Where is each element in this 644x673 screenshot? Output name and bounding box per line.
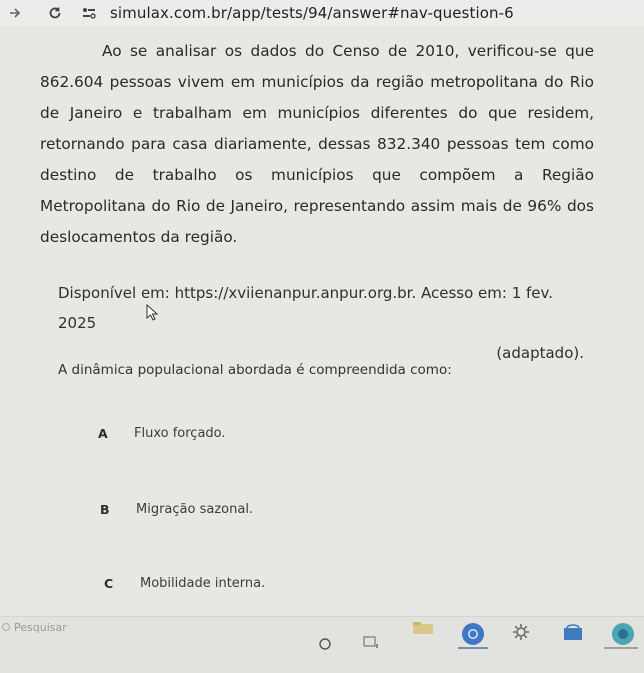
- task-view-icon[interactable]: [318, 637, 332, 651]
- taskbar-search[interactable]: Pesquisar: [0, 617, 67, 637]
- inactive-app-indicator: [604, 647, 638, 649]
- source-citation: Disponível em: https://xviienanpur.anpur…: [58, 278, 584, 368]
- question-text: Ao se analisar os dados do Censo de 2010…: [40, 42, 594, 246]
- option-letter: A: [98, 426, 108, 441]
- mouse-cursor-icon: [146, 303, 160, 326]
- option-text: Migração sazonal.: [136, 502, 254, 517]
- option-letter: C: [104, 576, 114, 591]
- settings-gear-icon[interactable]: [512, 623, 530, 641]
- option-letter: B: [100, 502, 110, 517]
- taskbar: Pesquisar: [0, 616, 644, 673]
- question-content: Ao se analisar os dados do Censo de 2010…: [0, 26, 644, 616]
- reload-icon[interactable]: [44, 2, 66, 24]
- option-text: Fluxo forçado.: [134, 426, 226, 441]
- source-line: Disponível em: https://xviienanpur.anpur…: [58, 284, 553, 332]
- option-a[interactable]: A Fluxo forçado.: [98, 426, 226, 441]
- store-icon[interactable]: [562, 623, 584, 641]
- chrome-icon[interactable]: [460, 621, 486, 647]
- site-info-icon[interactable]: [80, 4, 98, 22]
- question-prompt: A dinâmica populacional abordada é compr…: [58, 362, 452, 378]
- edge-icon[interactable]: [610, 621, 636, 647]
- browser-toolbar: simulax.com.br/app/tests/94/answer#nav-q…: [0, 0, 644, 26]
- address-bar[interactable]: simulax.com.br/app/tests/94/answer#nav-q…: [110, 4, 514, 22]
- option-b[interactable]: B Migração sazonal.: [100, 502, 253, 517]
- forward-icon[interactable]: [4, 2, 26, 24]
- source-adapted: (adaptado).: [496, 344, 584, 362]
- search-placeholder: Pesquisar: [14, 620, 67, 634]
- search-icon: [2, 623, 10, 631]
- active-app-indicator: [458, 647, 488, 649]
- file-explorer-icon[interactable]: [412, 621, 434, 635]
- widgets-icon[interactable]: [362, 635, 380, 651]
- option-text: Mobilidade interna.: [140, 576, 266, 591]
- option-c[interactable]: C Mobilidade interna.: [104, 576, 265, 591]
